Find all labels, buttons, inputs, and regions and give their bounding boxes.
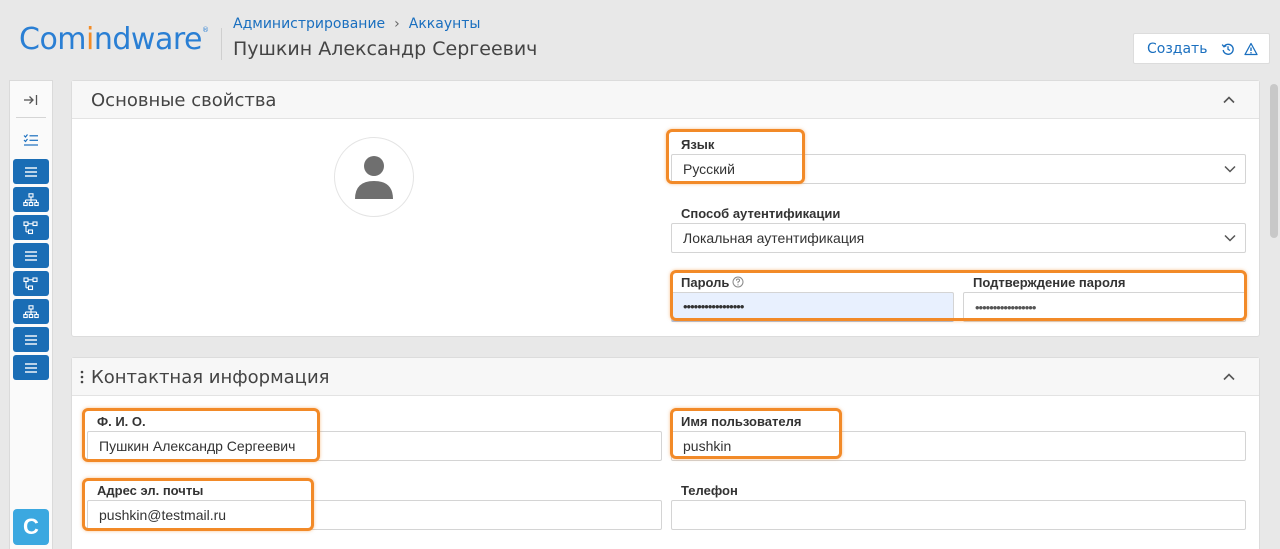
language-select[interactable]: Русский: [671, 154, 1246, 184]
app-badge[interactable]: C: [13, 509, 49, 545]
breadcrumb: Администрирование › Аккаунты: [233, 16, 480, 32]
sidebar-item-org-chart-2[interactable]: [13, 299, 49, 324]
contact-info-panel: Контактная информация Ф. И. О. Пушкин Ал…: [71, 357, 1260, 549]
history-icon[interactable]: [1221, 42, 1235, 56]
workflow-icon: [23, 276, 38, 290]
create-button[interactable]: Создать: [1147, 41, 1207, 57]
phone-input[interactable]: [671, 500, 1246, 530]
sidebar-item-list-3[interactable]: [13, 327, 49, 352]
auth-method-select[interactable]: Локальная аутентификация: [671, 223, 1246, 253]
chevron-up-icon[interactable]: [1222, 94, 1236, 106]
sidebar-item-workflow-2[interactable]: [13, 271, 49, 296]
contact-info-title: Контактная информация: [91, 367, 330, 388]
help-icon[interactable]: [732, 276, 744, 288]
chevron-up-icon[interactable]: [1222, 371, 1236, 383]
main-properties-header[interactable]: Основные свойства: [72, 81, 1259, 119]
password-label-text: Пароль: [681, 275, 730, 290]
org-chart-icon: [23, 304, 39, 318]
header-divider: [221, 28, 222, 60]
sidebar-divider: [16, 117, 46, 118]
main-properties-panel: Основные свойства Язык Русский Способ ау…: [71, 80, 1260, 337]
password-input[interactable]: •••••••••••••••••: [671, 292, 954, 322]
warning-icon[interactable]: [1244, 42, 1259, 56]
fio-label: Ф. И. О.: [97, 414, 146, 429]
phone-label: Телефон: [681, 483, 738, 498]
password-confirm-label: Подтверждение пароля: [973, 275, 1126, 290]
fio-input[interactable]: Пушкин Александр Сергеевич: [87, 431, 662, 461]
username-label: Имя пользователя: [681, 414, 802, 429]
sidebar: C: [9, 80, 53, 549]
main-properties-title: Основные свойства: [91, 90, 277, 111]
list-icon: [25, 362, 37, 373]
sidebar-item-workflow-1[interactable]: [13, 215, 49, 240]
toolbar: Создать: [1133, 33, 1270, 64]
password-confirm-input[interactable]: •••••••••••••••••: [963, 292, 1246, 322]
contact-info-header[interactable]: Контактная информация: [72, 358, 1259, 396]
avatar[interactable]: [334, 137, 414, 217]
sidebar-item-list-4[interactable]: [13, 355, 49, 380]
list-icon: [25, 166, 37, 177]
password-label: Пароль: [681, 275, 744, 290]
sidebar-item-list-1[interactable]: [13, 159, 49, 184]
org-chart-icon: [23, 192, 39, 206]
list-icon: [25, 250, 37, 261]
language-value: Русский: [683, 161, 735, 177]
chevron-down-icon: [1224, 165, 1236, 173]
auth-method-label: Способ аутентификации: [681, 206, 841, 221]
drag-handle-icon[interactable]: [80, 370, 84, 384]
email-label: Адрес эл. почты: [97, 483, 204, 498]
breadcrumb-separator: ›: [394, 16, 400, 32]
breadcrumb-accounts[interactable]: Аккаунты: [409, 16, 481, 32]
email-input[interactable]: pushkin@testmail.ru: [87, 500, 662, 530]
list-icon: [25, 334, 37, 345]
expand-icon[interactable]: [10, 89, 52, 111]
username-input[interactable]: pushkin: [671, 431, 1246, 461]
sidebar-item-list-2[interactable]: [13, 243, 49, 268]
language-label: Язык: [681, 137, 715, 152]
scrollbar[interactable]: [1270, 84, 1278, 238]
workflow-icon: [23, 220, 38, 234]
comindware-logo: Comindware®: [19, 22, 209, 57]
sidebar-item-org-chart-1[interactable]: [13, 187, 49, 212]
chevron-down-icon: [1224, 234, 1236, 242]
page-title: Пушкин Александр Сергеевич: [233, 38, 538, 60]
auth-method-value: Локальная аутентификация: [683, 230, 865, 246]
checklist-icon[interactable]: [10, 129, 52, 151]
user-icon: [355, 156, 393, 199]
breadcrumb-administration[interactable]: Администрирование: [233, 16, 385, 32]
